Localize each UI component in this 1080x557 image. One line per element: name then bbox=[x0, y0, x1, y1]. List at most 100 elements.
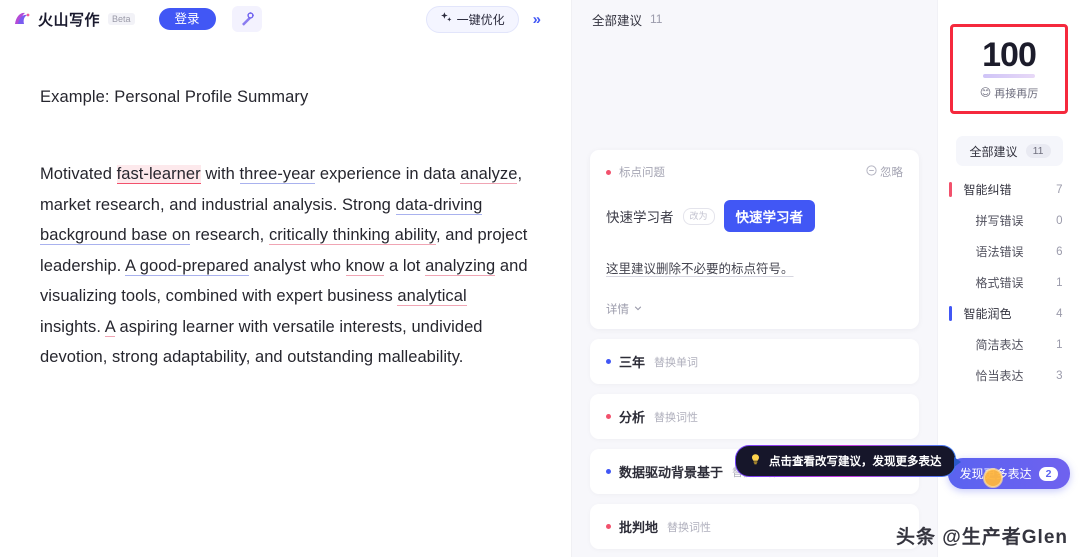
suggestion-row[interactable]: 分析 替换词性 bbox=[590, 394, 919, 439]
category-count: 1 bbox=[1056, 276, 1063, 289]
rewrite-tooltip-text: 点击查看改写建议，发现更多表达 bbox=[769, 456, 942, 468]
login-button[interactable]: 登录 bbox=[158, 7, 216, 31]
details-label: 详情 bbox=[606, 304, 629, 316]
document-title: Example: Personal Profile Summary bbox=[40, 88, 309, 106]
score-label: 再接再厉 bbox=[994, 87, 1039, 100]
category-name: 格式错误 bbox=[975, 276, 1024, 290]
severity-dot-icon bbox=[606, 169, 611, 175]
category-item-简洁表达[interactable]: 简洁表达 1 bbox=[938, 329, 1080, 360]
circle-minus-icon bbox=[866, 165, 877, 179]
text-plain: with bbox=[200, 165, 240, 183]
category-count: 1 bbox=[1056, 338, 1063, 351]
category-color-bar bbox=[948, 306, 952, 321]
ignore-label: 忽略 bbox=[880, 167, 903, 179]
category-item-格式错误[interactable]: 格式错误 1 bbox=[938, 267, 1080, 298]
category-list: 全部建议 11 智能纠错 7 拼写错误 0 语法错误 6 格式错误 1 智能润色 4 简洁表达 1 恰当表达… bbox=[938, 136, 1080, 391]
document-body[interactable]: Motivated fast-learner with three-year e… bbox=[40, 159, 531, 373]
score-highlight-box: 100 😊 再接再厉 bbox=[950, 24, 1068, 114]
category-color-bar bbox=[948, 182, 952, 197]
category-count: 6 bbox=[1056, 245, 1063, 258]
category-name: 简洁表达 bbox=[975, 338, 1024, 352]
rewrite-tooltip: 点击查看改写建议，发现更多表达 bbox=[735, 445, 960, 477]
document-editor[interactable]: Example: Personal Profile Summary Motiva… bbox=[0, 38, 571, 557]
score-label-row: 😊 再接再厉 bbox=[980, 85, 1038, 101]
lightbulb-icon bbox=[749, 453, 762, 469]
apply-replacement-button[interactable]: 快速学习者 bbox=[723, 200, 816, 232]
details-toggle[interactable]: 详情 bbox=[606, 301, 903, 317]
suggestion-card[interactable]: 标点问题 忽略 快速学习者 改为 快速学习者 这里建议删除不必要的标点符号。 详… bbox=[590, 150, 919, 329]
text-plain: research, bbox=[190, 226, 269, 244]
suggestions-list: 标点问题 忽略 快速学习者 改为 快速学习者 这里建议删除不必要的标点符号。 详… bbox=[572, 38, 937, 557]
category-name: 全部建议 bbox=[969, 144, 1018, 159]
category-item-语法错误[interactable]: 语法错误 6 bbox=[938, 236, 1080, 267]
category-item-全部建议[interactable]: 全部建议 11 bbox=[955, 136, 1063, 166]
double-chevron-right-icon[interactable]: » bbox=[529, 12, 545, 27]
suggestion-row-tag: 替换词性 bbox=[667, 521, 712, 534]
category-count: 11 bbox=[1025, 144, 1051, 158]
brand-name: 火山写作 bbox=[38, 11, 101, 29]
text-underline-error[interactable]: analyze bbox=[460, 165, 518, 184]
toolbar-right: 一键优化 » bbox=[425, 5, 559, 33]
one-click-optimize-button[interactable]: 一键优化 bbox=[425, 5, 519, 33]
app-root: 火山写作 Beta 登录 一键优化 » Example: Personal Pr… bbox=[0, 0, 1080, 557]
score-underline-decoration bbox=[983, 73, 1035, 78]
suggestion-kind: 标点问题 bbox=[619, 167, 665, 179]
text-plain: Motivated bbox=[40, 165, 117, 183]
optimize-label: 一键优化 bbox=[456, 12, 505, 27]
suggestion-row-word: 数据驱动背景基于 bbox=[619, 465, 724, 480]
severity-dot-icon bbox=[606, 414, 611, 419]
suggestions-pane: 全部建议 11 标点问题 忽略 快速学习者 改为 快速学习者 这里建议删除不必要… bbox=[572, 0, 960, 557]
text-underline-error[interactable]: critically thinking ability bbox=[268, 226, 436, 245]
severity-dot-icon bbox=[606, 469, 611, 474]
text-underline-polish[interactable]: three-year bbox=[239, 165, 316, 184]
text-underline-polish[interactable]: A good-prepared bbox=[125, 256, 249, 276]
suggestion-row-word: 三年 bbox=[619, 355, 646, 370]
category-name: 恰当表达 bbox=[975, 369, 1024, 383]
discover-more-button[interactable]: 发现更多表达 2 bbox=[947, 458, 1071, 489]
suggestion-row[interactable]: 三年 替换单词 bbox=[590, 339, 919, 384]
volcano-logo-icon bbox=[12, 8, 34, 30]
text-underline-error[interactable]: analyzing bbox=[425, 256, 496, 276]
chevron-down-icon bbox=[633, 303, 643, 316]
category-item-智能润色[interactable]: 智能润色 4 bbox=[938, 298, 1080, 329]
suggestions-header-label: 全部建议 bbox=[592, 13, 643, 28]
sparkle-icon bbox=[440, 11, 453, 27]
text-plain: experience in data bbox=[315, 165, 461, 183]
suggestion-row-tag: 替换词性 bbox=[654, 411, 699, 424]
smile-emoji-icon: 😊 bbox=[979, 87, 992, 99]
category-count: 7 bbox=[1056, 183, 1063, 196]
suggestion-card-header: 标点问题 忽略 bbox=[606, 164, 903, 180]
text-plain: analyst who bbox=[248, 256, 346, 275]
category-count: 3 bbox=[1056, 369, 1063, 382]
suggestion-row[interactable]: 批判地 替换词性 bbox=[590, 504, 919, 549]
text-plain: insights. bbox=[40, 317, 105, 336]
brand[interactable]: 火山写作 Beta bbox=[12, 8, 135, 30]
suggestions-header: 全部建议 11 bbox=[572, 0, 937, 38]
suggestion-row-word: 分析 bbox=[619, 410, 646, 425]
category-item-恰当表达[interactable]: 恰当表达 3 bbox=[938, 360, 1080, 391]
ignore-button[interactable]: 忽略 bbox=[866, 164, 903, 180]
original-text: 快速学习者 bbox=[606, 210, 674, 225]
magic-wand-icon[interactable] bbox=[231, 6, 262, 32]
category-item-拼写错误[interactable]: 拼写错误 0 bbox=[938, 205, 1080, 236]
text-underline-error[interactable]: A bbox=[104, 317, 115, 337]
text-plain: a lot bbox=[384, 256, 426, 275]
suggestion-row-tag: 替换单词 bbox=[654, 356, 699, 369]
text-underline-error[interactable]: analytical bbox=[397, 287, 467, 306]
severity-dot-icon bbox=[606, 359, 611, 364]
suggestion-row-word: 批判地 bbox=[619, 520, 659, 535]
category-item-智能纠错[interactable]: 智能纠错 7 bbox=[938, 174, 1080, 205]
category-name: 智能纠错 bbox=[963, 183, 1012, 197]
text-error-highlight[interactable]: fast-learner bbox=[116, 165, 201, 184]
suggestion-description: 这里建议删除不必要的标点符号。 bbox=[606, 262, 794, 276]
top-toolbar: 火山写作 Beta 登录 一键优化 » bbox=[0, 0, 571, 38]
suggestion-rows: 三年替换单词分析替换词性数据驱动背景基于替换短语批判地替换词性 bbox=[590, 339, 919, 549]
category-count: 4 bbox=[1056, 307, 1063, 320]
text-underline-error[interactable]: know bbox=[345, 256, 385, 276]
beta-tag: Beta bbox=[108, 13, 135, 25]
category-name: 语法错误 bbox=[975, 245, 1024, 259]
score-value: 100 bbox=[982, 35, 1037, 74]
category-name: 智能润色 bbox=[963, 307, 1012, 321]
discover-label: 发现更多表达 bbox=[959, 467, 1032, 481]
watermark: 头条 @生产者Glen bbox=[895, 527, 1068, 548]
